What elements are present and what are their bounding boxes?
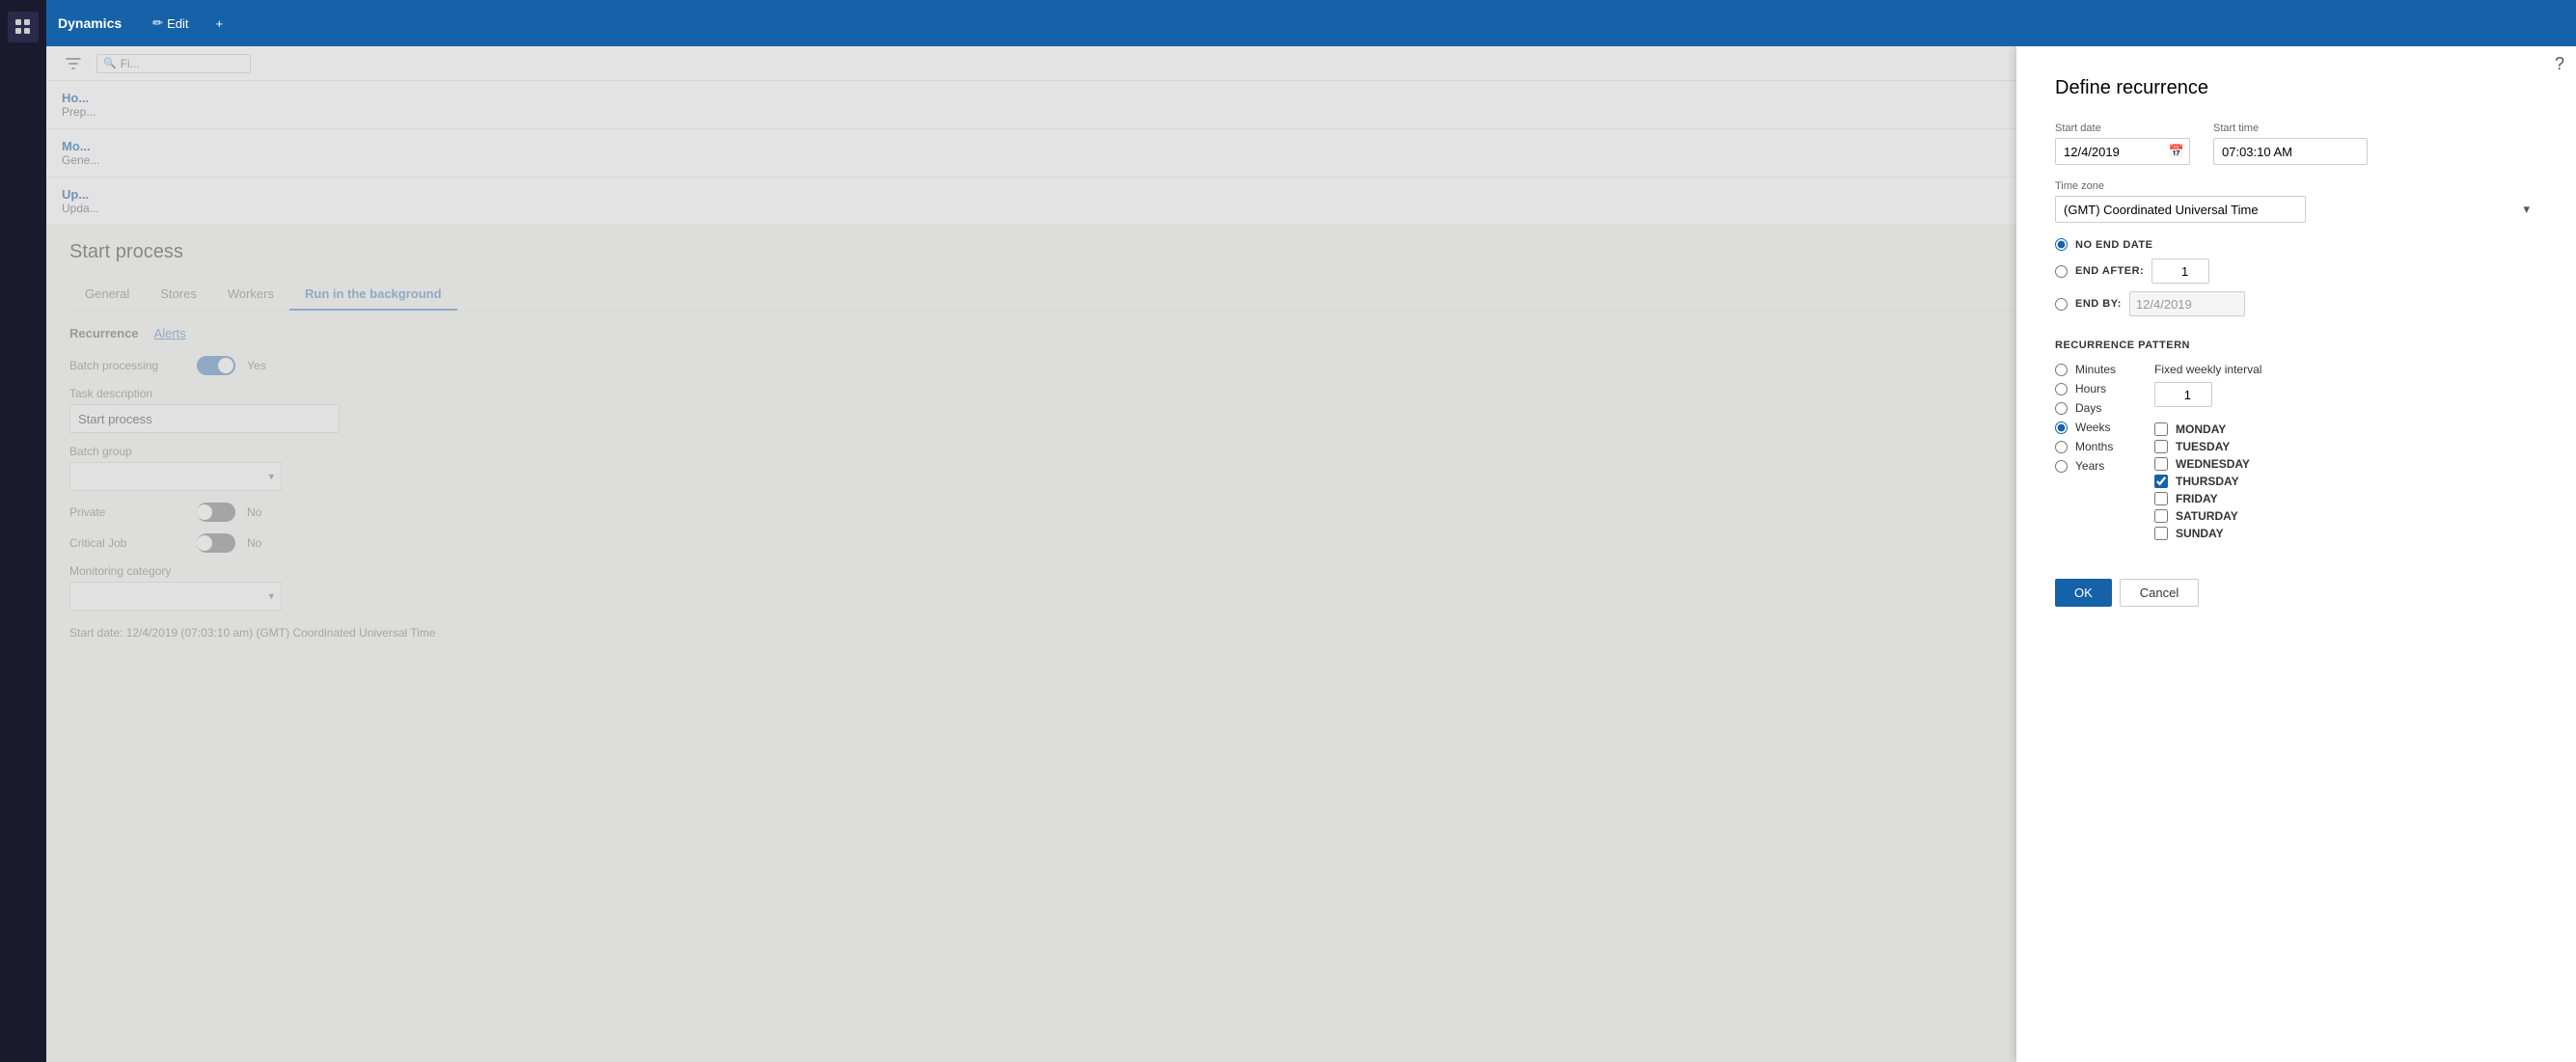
start-date-wrap: 📅 [2055, 138, 2190, 165]
content-area: 🔍 Ho... Prep... Mo... Gene... Up... Upda… [46, 46, 2576, 1062]
months-label: Months [2075, 440, 2113, 453]
timezone-label: Time zone [2055, 180, 2537, 192]
pattern-area: Minutes Hours Days Weeks [2055, 363, 2537, 540]
edit-button[interactable]: ✏ Edit [145, 12, 196, 35]
help-icon[interactable]: ? [2555, 54, 2564, 74]
no-end-date-option[interactable]: NO END DATE [2055, 238, 2537, 251]
minutes-radio[interactable] [2055, 364, 2068, 376]
pattern-options: Minutes Hours Days Weeks [2055, 363, 2116, 540]
end-by-radio[interactable] [2055, 298, 2068, 311]
no-end-date-label: NO END DATE [2075, 239, 2152, 251]
app-bar-actions: ✏ Edit + [145, 12, 231, 35]
thursday-label: THURSDAY [2176, 475, 2239, 488]
start-time-input[interactable] [2213, 138, 2368, 165]
months-option[interactable]: Months [2055, 440, 2116, 453]
monday-label: MONDAY [2176, 422, 2226, 436]
wednesday-item[interactable]: WEDNESDAY [2154, 457, 2261, 471]
saturday-label: SATURDAY [2176, 509, 2238, 523]
wednesday-label: WEDNESDAY [2176, 457, 2250, 471]
fixed-weekly-interval-group: Fixed weekly interval [2154, 363, 2261, 407]
months-radio[interactable] [2055, 441, 2068, 453]
years-radio[interactable] [2055, 460, 2068, 473]
tuesday-checkbox[interactable] [2154, 440, 2168, 453]
recurrence-pattern-title: RECURRENCE PATTERN [2055, 340, 2537, 351]
years-label: Years [2075, 459, 2104, 473]
timezone-chevron-icon: ▾ [2523, 202, 2530, 217]
pencil-icon: ✏ [152, 15, 163, 31]
weeks-label: Weeks [2075, 421, 2110, 434]
minutes-label: Minutes [2075, 363, 2116, 376]
timezone-group: Time zone (GMT) Coordinated Universal Ti… [2055, 180, 2537, 223]
timezone-select-wrap: (GMT) Coordinated Universal Time ▾ [2055, 196, 2537, 223]
weekly-options: Fixed weekly interval MONDAY TUESDAY WED… [2154, 363, 2261, 540]
days-label: Days [2075, 401, 2101, 415]
saturday-item[interactable]: SATURDAY [2154, 509, 2261, 523]
start-time-group: Start time [2213, 123, 2368, 165]
end-after-radio[interactable] [2055, 265, 2068, 278]
ok-button[interactable]: OK [2055, 579, 2112, 607]
sunday-item[interactable]: SUNDAY [2154, 527, 2261, 540]
end-after-option[interactable]: END AFTER: [2055, 259, 2537, 284]
timezone-select[interactable]: (GMT) Coordinated Universal Time [2055, 196, 2306, 223]
start-time-label: Start time [2213, 123, 2368, 134]
fixed-weekly-interval-label: Fixed weekly interval [2154, 363, 2261, 376]
hours-label: Hours [2075, 382, 2106, 395]
years-option[interactable]: Years [2055, 459, 2116, 473]
weeks-radio[interactable] [2055, 422, 2068, 434]
monday-item[interactable]: MONDAY [2154, 422, 2261, 436]
monday-checkbox[interactable] [2154, 422, 2168, 436]
no-end-date-radio[interactable] [2055, 238, 2068, 251]
weeks-option[interactable]: Weeks [2055, 421, 2116, 434]
saturday-checkbox[interactable] [2154, 509, 2168, 523]
minutes-option[interactable]: Minutes [2055, 363, 2116, 376]
cancel-button[interactable]: Cancel [2120, 579, 2199, 607]
define-recurrence-panel: Define recurrence Start date 📅 Start tim… [2016, 46, 2576, 1062]
end-by-label: END BY: [2075, 298, 2122, 310]
days-radio[interactable] [2055, 402, 2068, 415]
hours-radio[interactable] [2055, 383, 2068, 395]
friday-label: FRIDAY [2176, 492, 2218, 505]
fixed-weekly-interval-input[interactable] [2154, 382, 2212, 407]
friday-item[interactable]: FRIDAY [2154, 492, 2261, 505]
tuesday-item[interactable]: TUESDAY [2154, 440, 2261, 453]
end-after-label: END AFTER: [2075, 265, 2144, 277]
thursday-checkbox[interactable] [2154, 475, 2168, 488]
end-after-input[interactable] [2151, 259, 2209, 284]
app-title: Dynamics [58, 15, 122, 31]
app-container: Dynamics ✏ Edit + 🔍 [46, 0, 2576, 1062]
wednesday-checkbox[interactable] [2154, 457, 2168, 471]
date-time-row: Start date 📅 Start time [2055, 123, 2537, 165]
tuesday-label: TUESDAY [2176, 440, 2230, 453]
apps-icon[interactable] [8, 12, 39, 42]
add-button[interactable]: + [207, 13, 231, 35]
start-date-label: Start date [2055, 123, 2190, 134]
end-by-date-input[interactable] [2129, 291, 2245, 316]
sunday-checkbox[interactable] [2154, 527, 2168, 540]
app-bar: Dynamics ✏ Edit + [46, 0, 2576, 46]
friday-checkbox[interactable] [2154, 492, 2168, 505]
panel-title: Define recurrence [2055, 77, 2537, 99]
calendar-icon[interactable]: 📅 [2169, 144, 2184, 159]
nav-bar [0, 0, 46, 1062]
end-options-group: NO END DATE END AFTER: END BY: [2055, 238, 2537, 316]
days-option[interactable]: Days [2055, 401, 2116, 415]
modal-footer: OK Cancel [2055, 579, 2537, 607]
end-by-option[interactable]: END BY: [2055, 291, 2537, 316]
thursday-item[interactable]: THURSDAY [2154, 475, 2261, 488]
start-date-group: Start date 📅 [2055, 123, 2190, 165]
sunday-label: SUNDAY [2176, 527, 2224, 540]
hours-option[interactable]: Hours [2055, 382, 2116, 395]
